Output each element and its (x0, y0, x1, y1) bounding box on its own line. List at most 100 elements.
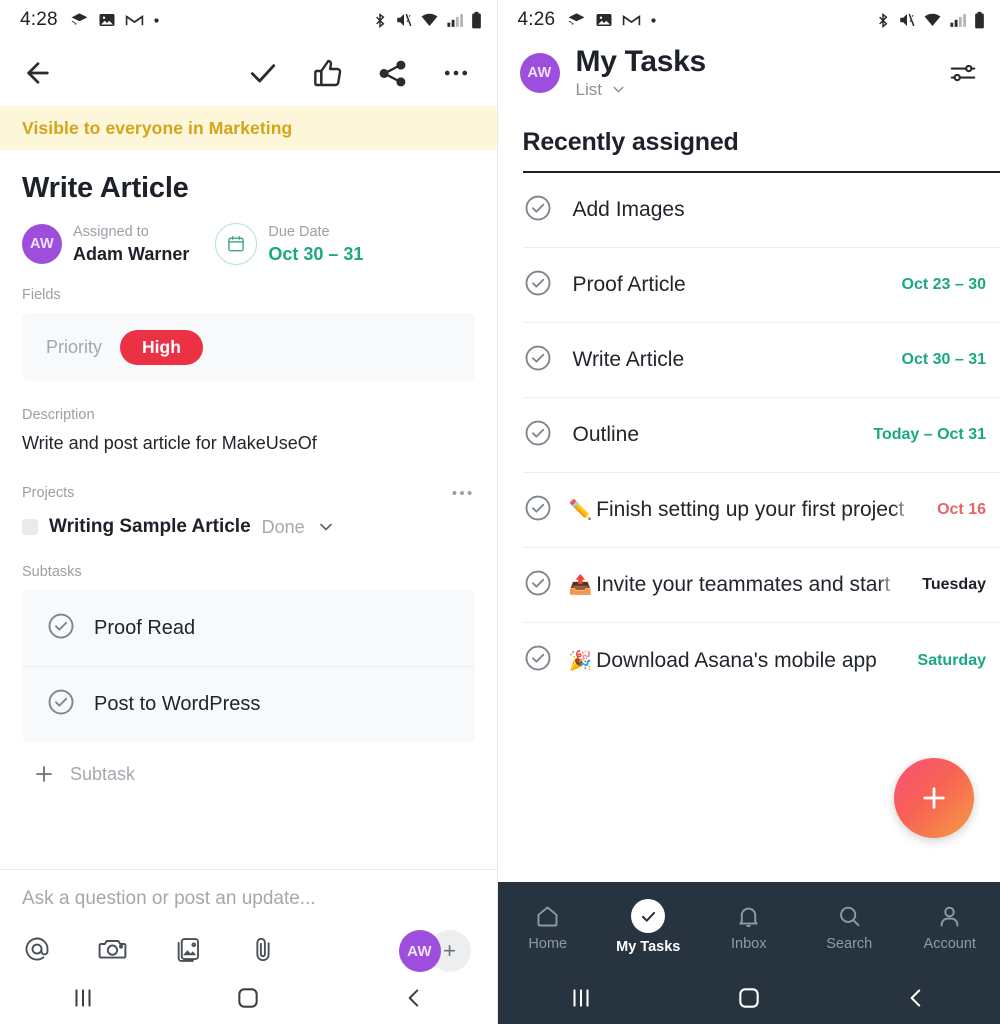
project-item[interactable]: Writing Sample Article Done (22, 516, 475, 538)
tab-inbox[interactable]: Inbox (699, 903, 800, 952)
tab-label: Account (923, 935, 976, 952)
projects-more-button[interactable] (449, 480, 475, 506)
subtask-row[interactable]: Proof Read (22, 590, 475, 666)
calendar-icon (228, 235, 245, 252)
complete-task-icon[interactable] (523, 268, 553, 303)
layers-icon (71, 12, 88, 24)
home-button[interactable] (235, 985, 261, 1011)
comment-input[interactable]: Ask a question or post an update... (22, 888, 475, 910)
due-date-text-wrap: Due Date Oct 30 – 31 (268, 223, 363, 265)
task-title[interactable]: Write Article (22, 172, 475, 205)
mention-button[interactable] (22, 934, 52, 969)
back-button[interactable] (401, 985, 427, 1011)
avatar[interactable]: AW (398, 930, 441, 972)
page-title: My Tasks (575, 45, 707, 79)
task-row[interactable]: ✏️ Finish setting up your first project O… (522, 473, 1000, 548)
home-icon (739, 988, 759, 1008)
toolbar-actions (247, 57, 471, 89)
tab-my-tasks[interactable]: My Tasks (598, 899, 699, 955)
status-bar-notification-icons (567, 11, 657, 30)
status-bar-system-icons (372, 11, 483, 30)
filter-button[interactable] (948, 58, 978, 88)
task-row[interactable]: Outline Today – Oct 31 (522, 398, 1000, 473)
tab-label: My Tasks (616, 939, 681, 955)
image-icon (99, 14, 115, 26)
task-emoji: 🎉 (568, 650, 593, 672)
plus-icon (36, 766, 52, 782)
add-task-fab[interactable] (894, 758, 974, 838)
recents-button[interactable] (70, 985, 96, 1011)
home-icon (238, 988, 258, 1008)
mention-icon (25, 937, 49, 960)
fields-heading: Fields (22, 287, 61, 304)
plus-icon (923, 787, 945, 809)
share-button[interactable] (377, 58, 408, 89)
recents-icon (573, 989, 589, 1007)
complete-subtask-icon[interactable] (46, 687, 76, 722)
recents-button[interactable] (568, 985, 594, 1011)
assignee-field[interactable]: AW Assigned to Adam Warner (22, 223, 189, 265)
back-button[interactable] (903, 985, 929, 1011)
complete-task-icon[interactable] (523, 193, 553, 228)
more-options-button[interactable] (441, 58, 471, 88)
complete-task-icon[interactable] (523, 643, 553, 678)
photo-library-button[interactable] (173, 934, 203, 969)
description-heading: Description (22, 407, 95, 424)
camera-button[interactable] (97, 933, 128, 969)
section-title: Recently assigned (522, 128, 739, 156)
back-arrow-icon (27, 62, 49, 84)
avatar[interactable]: AW (519, 53, 560, 93)
subtask-label: Proof Read (94, 616, 196, 639)
subtask-row[interactable]: Post to WordPress (22, 666, 475, 742)
mark-complete-button[interactable] (247, 57, 279, 89)
task-row[interactable]: Proof Article Oct 23 – 30 (522, 248, 1000, 323)
back-button[interactable] (22, 57, 54, 89)
dot-icon (154, 17, 159, 23)
battery-icon (975, 11, 984, 28)
complete-task-icon[interactable] (523, 568, 553, 603)
due-date-field[interactable]: Due Date Oct 30 – 31 (215, 223, 363, 266)
custom-fields-box[interactable]: Priority High (22, 313, 475, 382)
task-row-label: Write Article (569, 348, 878, 372)
task-row[interactable]: Write Article Oct 30 – 31 (522, 323, 1000, 398)
task-row[interactable]: 📤Invite your teammates and start collabo… (522, 548, 1000, 623)
task-row[interactable]: 🎉 Download Asana's mobile app Saturday (523, 623, 1000, 698)
bell-icon (739, 907, 758, 927)
complete-task-icon[interactable] (523, 418, 553, 453)
attachment-button[interactable] (248, 934, 278, 969)
like-button[interactable] (312, 57, 344, 89)
chevron-down-icon[interactable] (316, 517, 336, 537)
complete-subtask-icon[interactable] (46, 611, 76, 646)
task-due-date: Oct 16 (937, 501, 986, 518)
mute-icon (396, 13, 411, 27)
task-row[interactable]: Add Images (522, 173, 1000, 248)
description-text[interactable]: Write and post article for MakeUseOf (22, 433, 475, 454)
complete-task-icon[interactable] (523, 343, 553, 378)
tab-label: Home (528, 935, 568, 952)
check-circle-icon (525, 195, 550, 220)
task-name: Proof Article (572, 273, 686, 296)
status-bar-system-icons (875, 11, 986, 30)
task-row-label: 📤Invite your teammates and start collabo… (569, 573, 899, 597)
gmail-icon (623, 14, 641, 25)
task-emoji: ✏️ (568, 500, 593, 521)
dot-icon (651, 17, 656, 23)
assignee-text-wrap: Assigned to Adam Warner (73, 223, 189, 265)
thumbs-up-icon (313, 59, 341, 87)
visibility-banner: Visible to everyone in Marketing (0, 106, 497, 150)
complete-task-icon[interactable] (523, 493, 553, 528)
task-emoji: 📤 (568, 575, 593, 596)
title-block: My Tasks List (575, 45, 707, 100)
tab-search[interactable]: Search (799, 903, 900, 952)
check-circle-icon (525, 570, 550, 595)
status-bar-notification-icons (70, 11, 160, 30)
layers-icon (568, 12, 585, 24)
task-name: Write Article (572, 348, 685, 371)
tab-account[interactable]: Account (900, 903, 1000, 952)
tab-home[interactable]: Home (498, 903, 599, 952)
add-subtask-label: Subtask (70, 763, 136, 784)
home-button[interactable] (736, 985, 762, 1011)
view-switcher[interactable]: List (576, 80, 706, 100)
priority-status-badge[interactable]: High (120, 329, 203, 365)
add-subtask-button[interactable]: Subtask (22, 742, 475, 808)
